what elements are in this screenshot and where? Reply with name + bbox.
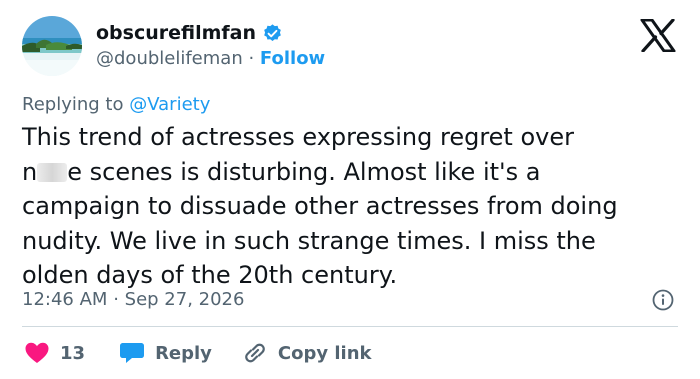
tweet-line: olden days of the 20th century. [22, 261, 398, 289]
avatar[interactable] [22, 16, 82, 76]
info-icon[interactable] [652, 289, 674, 311]
copy-link-label: Copy link [277, 342, 372, 364]
like-count: 13 [60, 342, 86, 364]
reply-context-prefix: Replying to [22, 94, 124, 115]
tweet-line-fragment: n [22, 157, 38, 186]
verified-badge-icon [262, 23, 283, 44]
reply-bubble-icon [119, 341, 145, 365]
copy-link-button[interactable]: Copy link [242, 340, 372, 366]
action-bar: 13 Reply Copy link [24, 339, 372, 367]
like-button[interactable]: 13 [24, 341, 85, 365]
author-name-row: obscurefilmfan [96, 22, 283, 44]
censor-blur [37, 162, 68, 182]
author-handle-row: @doublelifeman · Follow [96, 48, 325, 69]
handle-separator: · [248, 48, 260, 69]
author-display-name[interactable]: obscurefilmfan [96, 22, 256, 44]
reply-label: Reply [155, 342, 212, 364]
x-logo-icon[interactable] [640, 19, 676, 52]
tweet-line: nudity. We live in such strange times. I… [22, 226, 596, 255]
tweet-time: 12:46 AM [22, 289, 108, 310]
link-icon [242, 340, 268, 366]
tweet-line: n e scenes is disturbing. Almost like it'… [22, 155, 682, 190]
follow-button[interactable]: Follow [260, 48, 325, 69]
tweet-line: This trend of actresses expressing regre… [22, 123, 574, 151]
heart-icon [24, 341, 50, 365]
reply-context: Replying to @Variety [22, 94, 210, 115]
divider [22, 326, 678, 327]
avatar-image [22, 16, 82, 76]
reply-mention-link[interactable]: @Variety [129, 94, 210, 115]
tweet-text: This trend of actresses expressing regre… [22, 120, 682, 293]
tweet-line-fragment: e scenes is disturbing. Almost like it's… [67, 157, 541, 186]
tweet-date: Sep 27, 2026 [124, 289, 245, 310]
tweet-timestamp[interactable]: 12:46 AM · Sep 27, 2026 [22, 289, 244, 310]
tweet-line: campaign to dissuade other actresses fro… [22, 192, 618, 220]
reply-button[interactable]: Reply [119, 341, 212, 365]
author-handle[interactable]: @doublelifeman [96, 48, 243, 69]
timestamp-separator: · [113, 289, 125, 310]
